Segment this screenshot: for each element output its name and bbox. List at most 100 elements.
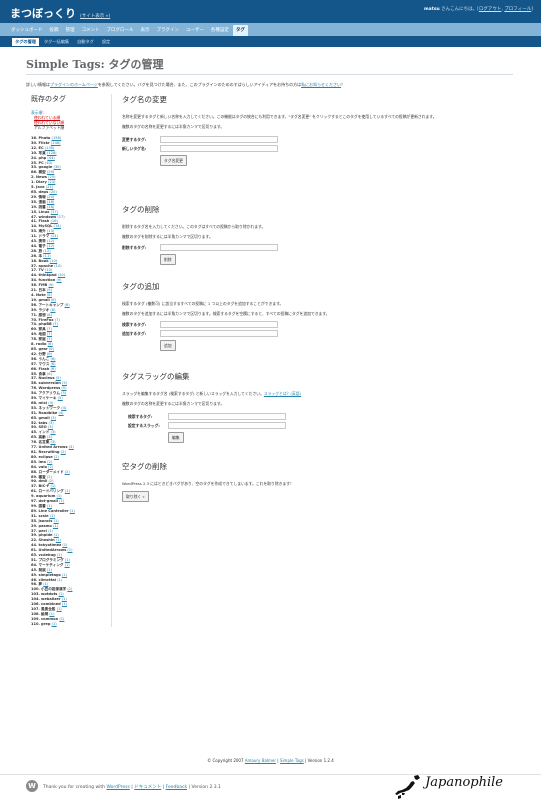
tag-count-link[interactable]: (1) (62, 543, 67, 547)
sort-option[interactable]: アルファベット順 (31, 125, 111, 130)
tag-count-link[interactable]: (1) (56, 538, 61, 542)
tag-count-link[interactable]: (6) (49, 347, 54, 351)
plugin-link[interactable]: Simple Tags (280, 758, 304, 763)
tag-count-link[interactable]: (3) (47, 435, 52, 439)
tag-count-link[interactable]: (2) (54, 455, 59, 459)
tag-count-link[interactable]: (3) (50, 430, 55, 434)
tag-count-link[interactable]: (3) (48, 425, 53, 429)
tag-count-link[interactable]: (25) (48, 175, 55, 179)
tag-count-link[interactable]: (8) (47, 293, 52, 297)
tag-count-link[interactable]: (2) (48, 479, 53, 483)
tag-count-link[interactable]: (9) (47, 288, 52, 292)
tag-count-link[interactable]: (6) (50, 357, 55, 361)
tag-count-link[interactable]: (40) (45, 161, 52, 165)
tag-count-link[interactable]: (29) (47, 170, 54, 174)
tag-count-link[interactable]: (2) (65, 470, 70, 474)
tag-count-link[interactable]: (8) (51, 298, 56, 302)
tag-count-link[interactable]: (1) (47, 568, 52, 572)
tag-count-link[interactable]: (8) (47, 313, 52, 317)
tag-count-link[interactable]: (1) (57, 607, 62, 611)
tag-count-link[interactable]: (17) (57, 215, 64, 219)
tag-count-link[interactable]: (1) (67, 548, 72, 552)
tag-count-link[interactable]: (3) (69, 445, 74, 449)
tag-count-link[interactable]: (5) (58, 396, 63, 400)
tag-count-link[interactable]: (1) (65, 558, 70, 562)
admin-menu-item[interactable]: 投稿 (47, 25, 62, 36)
tag-count-link[interactable]: (2) (47, 460, 52, 464)
tag-count-link[interactable]: (8) (65, 303, 70, 307)
add-search-input[interactable] (160, 321, 278, 328)
delete-input[interactable] (160, 244, 278, 251)
tag-count-link[interactable]: (4) (61, 406, 66, 410)
tag-count-link[interactable]: (14) (54, 224, 61, 228)
tag-count-link[interactable]: (1) (50, 484, 55, 488)
tag-count-link[interactable]: (1) (62, 602, 67, 606)
add-tag-input[interactable] (160, 330, 278, 337)
tag-count-link[interactable]: (1) (59, 499, 64, 503)
site-name[interactable]: まつぼっくり (10, 7, 76, 20)
tag-count-link[interactable]: (1) (59, 592, 64, 596)
tag-count-link[interactable]: (2) (47, 475, 52, 479)
tag-count-link[interactable]: (44) (47, 156, 54, 160)
tag-count-link[interactable]: (156) (52, 136, 62, 140)
rename-new-input[interactable] (160, 145, 278, 152)
tag-count-link[interactable]: (3) (50, 440, 55, 444)
rename-button[interactable]: タグ名変更 (160, 155, 187, 166)
wordpress-link[interactable]: WordPress (106, 785, 129, 790)
view-site-link[interactable]: (サイト表示 ») (80, 14, 110, 19)
sub-menu-item[interactable]: 設定 (99, 38, 113, 46)
tag-count-link[interactable]: (7) (53, 322, 58, 326)
sub-menu-item[interactable]: タグ一括編集 (41, 38, 72, 46)
tag-count-link[interactable]: (20) (49, 190, 56, 194)
tag-count-link[interactable]: (10) (58, 273, 65, 277)
tag-count-link[interactable]: (9) (56, 278, 61, 282)
tag-count-link[interactable]: (23) (48, 180, 55, 184)
tag-count-link[interactable]: (1) (50, 514, 55, 518)
feedback-link[interactable]: Feedback (166, 785, 187, 790)
tag-count-link[interactable]: (30) (53, 165, 60, 169)
tag-count-link[interactable]: (18) (47, 200, 54, 204)
tag-count-link[interactable]: (130) (45, 146, 55, 150)
admin-menu-item[interactable]: ユーザー (183, 25, 207, 36)
slug-button[interactable]: 編集 (168, 432, 184, 443)
admin-menu-item[interactable]: タグ (232, 25, 248, 36)
admin-menu-item[interactable]: コメント (79, 25, 103, 36)
admin-menu-item[interactable]: 表示 (138, 25, 153, 36)
add-button[interactable]: 追加 (160, 340, 176, 351)
tag-count-link[interactable]: (11) (43, 254, 50, 258)
tag-count-link[interactable]: (3) (49, 421, 54, 425)
tag-count-link[interactable]: (7) (55, 318, 60, 322)
docs-link[interactable]: ドキュメント (134, 785, 161, 790)
tag-count-link[interactable]: (3) (51, 416, 56, 420)
tag-count-link[interactable]: (1) (49, 612, 54, 616)
tag-count-link[interactable]: (1) (65, 563, 70, 567)
tag-count-link[interactable]: (6) (48, 342, 53, 346)
tag-count-link[interactable]: (1) (56, 494, 61, 498)
tag-count-link[interactable]: (12) (47, 239, 54, 243)
user-name[interactable]: matsu (424, 7, 440, 12)
rename-old-input[interactable] (160, 136, 278, 143)
tag-count-link[interactable]: (20) (47, 195, 54, 199)
tag-count-link[interactable]: (1) (57, 553, 62, 557)
tag-count-link[interactable]: (6) (51, 367, 56, 371)
tag-count-link[interactable]: (146) (51, 141, 61, 145)
tag-count-link[interactable]: (13) (50, 234, 57, 238)
tag-count-link[interactable]: (5) (62, 381, 67, 385)
sub-menu-item[interactable]: 自動タグ (74, 38, 97, 46)
tag-count-link[interactable]: (1) (62, 597, 67, 601)
tag-count-link[interactable]: (8) (50, 308, 55, 312)
tag-count-link[interactable]: (1) (54, 519, 59, 523)
admin-menu-item[interactable]: ダッシュボード (8, 25, 46, 36)
tag-count-link[interactable]: (1) (52, 622, 57, 626)
contact-link[interactable]: 私にお知らせください (301, 82, 341, 87)
tag-count-link[interactable]: (9) (48, 283, 53, 287)
author-link[interactable]: Amaury Balmer (245, 758, 276, 763)
delete-button[interactable]: 削除 (160, 254, 176, 265)
tag-count-link[interactable]: (1) (47, 504, 52, 508)
tag-count-link[interactable]: (4) (48, 401, 53, 405)
tag-count-link[interactable]: (18) (47, 205, 54, 209)
tag-count-link[interactable]: (7) (47, 332, 52, 336)
admin-menu-item[interactable]: 各種設定 (208, 25, 232, 36)
slug-search-input[interactable] (168, 413, 286, 420)
tag-count-link[interactable]: (4) (58, 411, 63, 415)
